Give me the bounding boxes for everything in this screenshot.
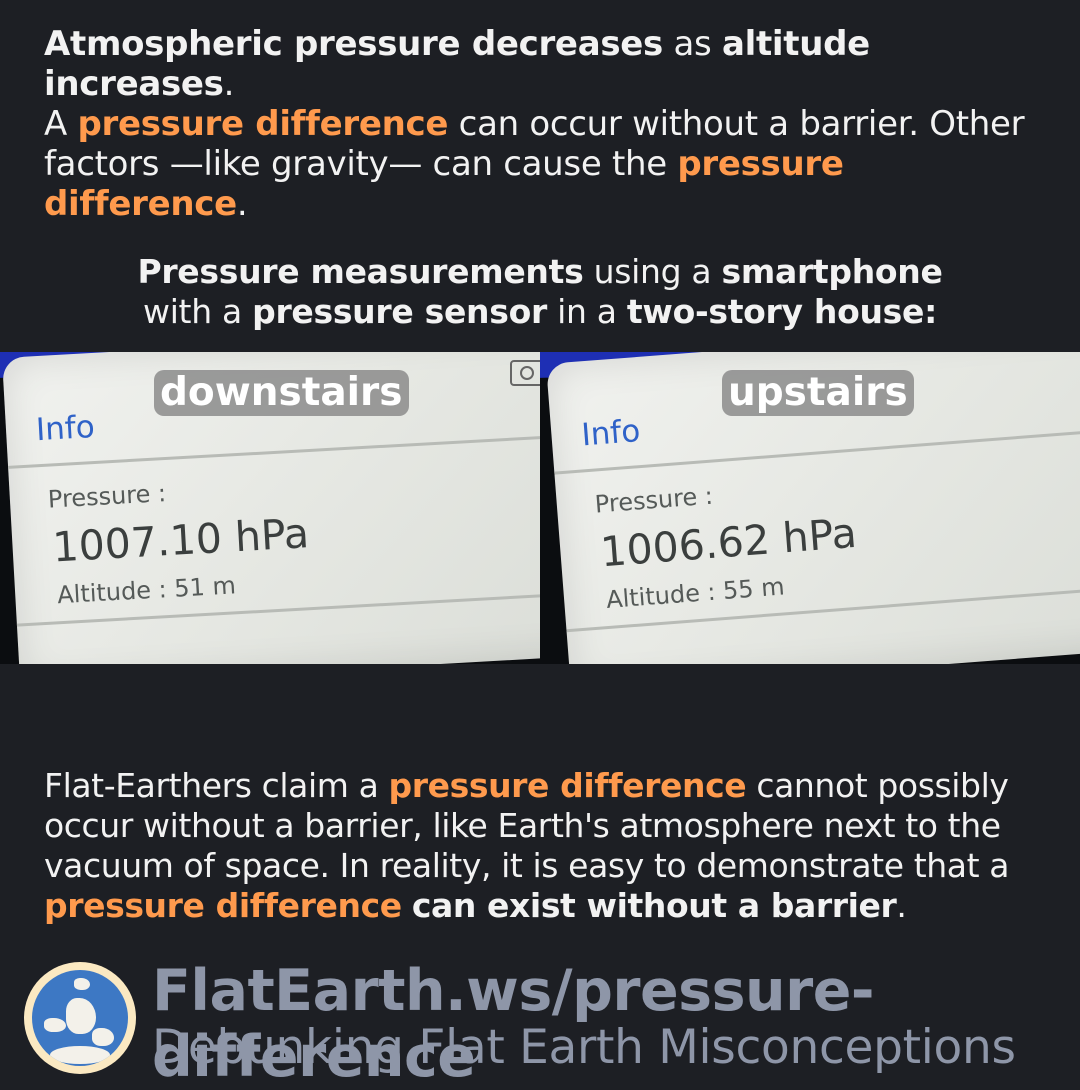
caption-phrase: smartphone xyxy=(721,252,943,291)
intro-text: . xyxy=(236,184,248,224)
altitude-readout: Altitude : 55 m xyxy=(605,572,786,615)
outro-paragraph: Flat-Earthers claim a pressure differenc… xyxy=(44,766,1054,926)
altitude-readout: Altitude : 51 m xyxy=(56,571,237,610)
photo-caption: Pressure measurements using a smartphone… xyxy=(0,252,1080,332)
outro-highlight: pressure difference xyxy=(44,886,402,925)
pressure-label: Pressure : xyxy=(593,481,714,519)
photo-comparison: Info Pressure : 1007.10 hPa Altitude : 5… xyxy=(0,352,1080,664)
outro-text: . xyxy=(896,886,907,925)
outro-text xyxy=(402,886,412,925)
intro-phrase: Atmospheric pressure decreases xyxy=(44,24,663,64)
intro-paragraph: Atmospheric pressure decreases as altitu… xyxy=(44,24,1054,224)
intro-text: as xyxy=(662,24,722,64)
camera-icon xyxy=(510,360,540,386)
globe-shape xyxy=(32,970,128,1066)
intro-text: . xyxy=(223,64,235,104)
outro-highlight: pressure difference xyxy=(388,766,747,805)
caption-text: with a xyxy=(143,292,253,331)
pressure-value: 1007.10 hPa xyxy=(51,509,311,572)
upstairs-photo: Info Pressure : 1006.62 hPa Altitude : 5… xyxy=(540,352,1080,664)
caption-text: in a xyxy=(546,292,627,331)
info-heading: Info xyxy=(35,408,96,449)
site-tagline: Debunking Flat Earth Misconceptions xyxy=(152,1020,1016,1075)
pressure-value: 1006.62 hPa xyxy=(598,508,859,577)
caption-phrase: pressure sensor xyxy=(252,292,547,331)
intro-highlight: pressure difference xyxy=(77,104,449,144)
intro-text: A xyxy=(44,104,78,144)
downstairs-label: downstairs xyxy=(154,370,409,416)
pressure-label: Pressure : xyxy=(47,479,167,514)
globe-logo-icon xyxy=(24,962,136,1074)
downstairs-photo: Info Pressure : 1007.10 hPa Altitude : 5… xyxy=(0,352,540,664)
outro-text: Flat-Earthers claim a xyxy=(44,766,389,805)
info-heading: Info xyxy=(580,413,642,454)
caption-text: using a xyxy=(583,252,722,291)
outro-phrase: can exist without a barrier xyxy=(411,886,897,925)
caption-phrase: two-story house: xyxy=(626,292,937,331)
caption-phrase: Pressure measurements xyxy=(137,252,584,291)
upstairs-label: upstairs xyxy=(722,370,914,416)
